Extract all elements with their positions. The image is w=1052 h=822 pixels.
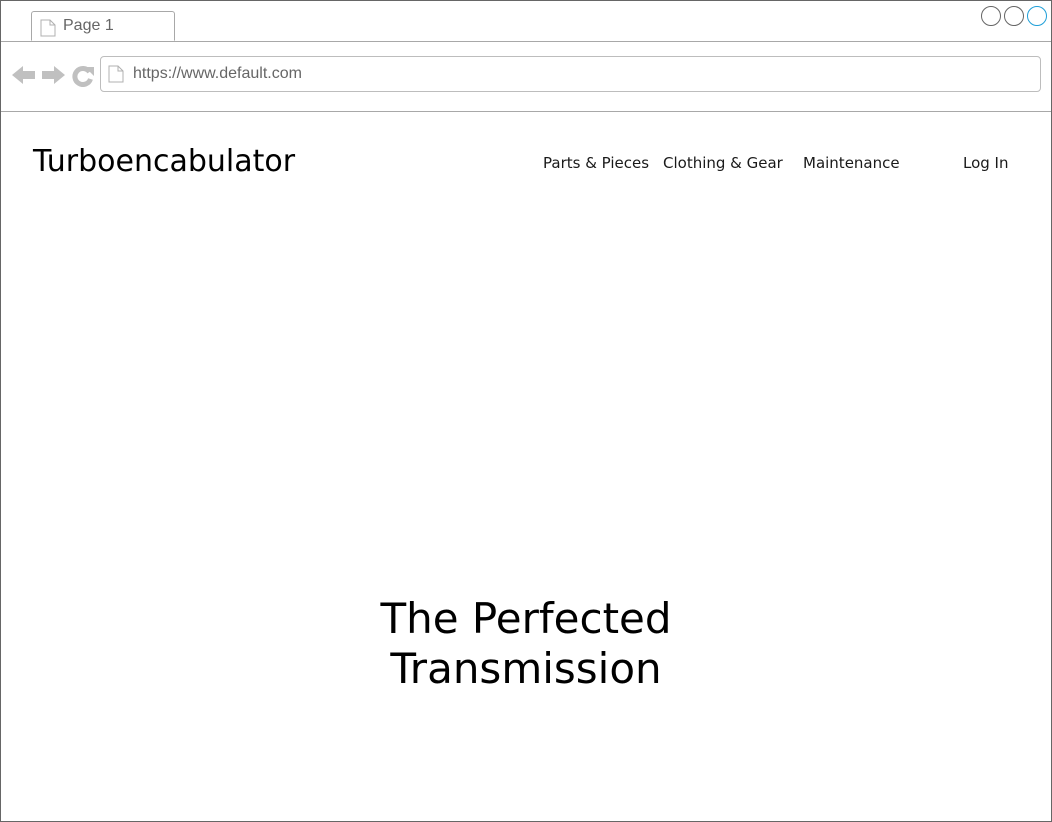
- minimize-icon[interactable]: [981, 6, 1001, 26]
- browser-toolbar: https://www.default.com: [1, 42, 1051, 112]
- nav-link-parts-pieces[interactable]: Parts & Pieces: [543, 154, 649, 172]
- page-icon: [108, 65, 124, 87]
- url-text[interactable]: https://www.default.com: [133, 65, 302, 83]
- window-controls: [981, 6, 1047, 26]
- address-bar[interactable]: https://www.default.com: [100, 56, 1041, 92]
- hero-heading-line-1: The Perfected: [380, 594, 672, 643]
- tab-title: Page 1: [63, 17, 114, 34]
- tab-strip: Page 1: [1, 1, 1051, 42]
- back-arrow-icon[interactable]: [12, 65, 36, 89]
- browser-tab[interactable]: Page 1: [31, 11, 175, 41]
- hero-heading: The Perfected Transmission: [301, 594, 751, 694]
- nav-link-maintenance[interactable]: Maintenance: [803, 154, 900, 172]
- close-icon[interactable]: [1027, 6, 1047, 26]
- forward-arrow-icon[interactable]: [41, 65, 65, 89]
- hero-heading-line-2: Transmission: [390, 644, 662, 693]
- maximize-icon[interactable]: [1004, 6, 1024, 26]
- browser-window: Page 1 https://www.default.com Turboenca…: [0, 0, 1052, 822]
- login-link[interactable]: Log In: [963, 154, 1009, 172]
- nav-link-clothing-gear[interactable]: Clothing & Gear: [663, 154, 783, 172]
- site-title[interactable]: Turboencabulator: [33, 144, 295, 179]
- reload-icon[interactable]: [72, 65, 94, 91]
- page-icon: [40, 19, 56, 41]
